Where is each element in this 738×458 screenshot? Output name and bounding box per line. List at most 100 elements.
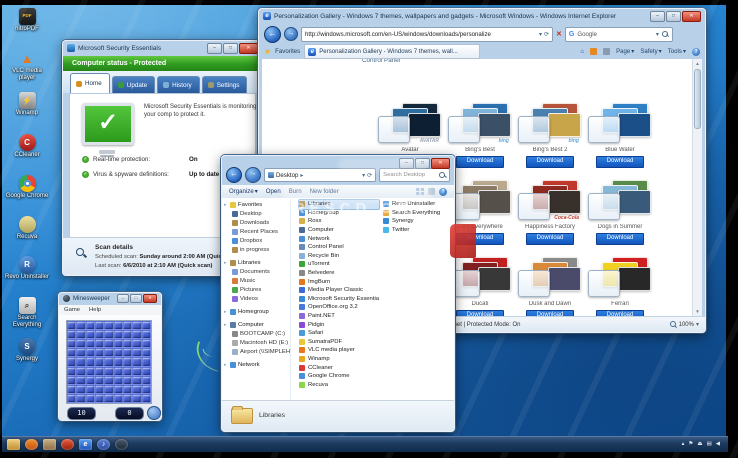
- eject-icon[interactable]: ⏏: [697, 442, 702, 448]
- back-button[interactable]: [226, 167, 242, 183]
- mine-cell[interactable]: [76, 330, 85, 339]
- file-item-microsoft-security-essentials[interactable]: Microsoft Security Essentials: [299, 295, 379, 304]
- game-menu[interactable]: Game: [64, 307, 80, 313]
- help-icon[interactable]: ?: [439, 188, 447, 196]
- address-dropdown-icon[interactable]: [362, 172, 365, 179]
- download-button[interactable]: Download: [526, 233, 574, 245]
- file-item-synergy[interactable]: Synergy: [383, 217, 454, 226]
- favorites-button[interactable]: Favorites: [275, 48, 300, 55]
- forward-button[interactable]: [284, 27, 298, 41]
- mine-cell[interactable]: [67, 321, 76, 330]
- nav-item-desktop[interactable]: Desktop: [222, 209, 290, 218]
- tab-personalization-gallery[interactable]: e Personalization Gallery - Windows 7 th…: [304, 44, 480, 59]
- taskbar-icon-library[interactable]: [43, 439, 56, 450]
- nav-item-dropbox[interactable]: Dropbox: [222, 236, 290, 245]
- desktop-icon-search-everything[interactable]: ⌕Search Everything: [4, 297, 50, 328]
- maximize-button[interactable]: [223, 43, 238, 54]
- nav-item-pictures[interactable]: Pictures: [222, 285, 290, 294]
- mine-cell[interactable]: [86, 321, 95, 330]
- mine-cell[interactable]: [114, 339, 123, 348]
- download-button[interactable]: Download: [456, 156, 504, 168]
- mine-cell[interactable]: [95, 330, 104, 339]
- mine-cell[interactable]: [86, 385, 95, 394]
- file-item-vlc-media-player[interactable]: VLC media player: [299, 346, 379, 355]
- network-icon[interactable]: ▤: [707, 442, 712, 448]
- file-item-computer[interactable]: Computer: [299, 226, 379, 235]
- mine-cell[interactable]: [142, 321, 151, 330]
- file-item-paint-net[interactable]: Paint.NET: [299, 312, 379, 321]
- zoom-control[interactable]: 100%: [670, 321, 699, 328]
- mine-cell[interactable]: [142, 385, 151, 394]
- safety-menu[interactable]: Safety: [640, 48, 661, 55]
- stop-icon[interactable]: ✕: [556, 30, 562, 38]
- mine-cell[interactable]: [76, 367, 85, 376]
- mine-cell[interactable]: [95, 394, 104, 403]
- scroll-down-icon[interactable]: ▼: [693, 307, 702, 316]
- mine-cell[interactable]: [123, 321, 132, 330]
- mine-cell[interactable]: [114, 376, 123, 385]
- file-item-safari[interactable]: Safari: [299, 329, 379, 338]
- mine-cell[interactable]: [123, 330, 132, 339]
- file-item-pidgin[interactable]: Pidgin: [299, 320, 379, 329]
- mine-cell[interactable]: [114, 321, 123, 330]
- mine-cell[interactable]: [86, 357, 95, 366]
- mine-cell[interactable]: [104, 348, 113, 357]
- mine-cell[interactable]: [142, 394, 151, 403]
- address-dropdown-icon[interactable]: [539, 31, 542, 38]
- maximize-button[interactable]: [415, 158, 430, 169]
- mine-cell[interactable]: [67, 376, 76, 385]
- mine-cell[interactable]: [132, 321, 141, 330]
- mine-cell[interactable]: [104, 339, 113, 348]
- mine-cell[interactable]: [86, 339, 95, 348]
- mine-cell[interactable]: [132, 357, 141, 366]
- back-button[interactable]: [264, 26, 281, 43]
- mine-cell[interactable]: [95, 367, 104, 376]
- file-item-homegroup[interactable]: Homegroup: [299, 209, 379, 218]
- maximize-button[interactable]: [666, 11, 681, 22]
- tab-update[interactable]: Update: [112, 76, 155, 93]
- file-item-imgburn[interactable]: ImgBurn: [299, 277, 379, 286]
- maximize-button[interactable]: [130, 294, 142, 303]
- help-icon[interactable]: ?: [692, 48, 700, 56]
- close-button[interactable]: [143, 294, 157, 303]
- mine-cell[interactable]: [132, 385, 141, 394]
- mine-cell[interactable]: [132, 367, 141, 376]
- expand-arrow-icon[interactable]: ▸: [224, 309, 228, 315]
- file-item-search-everything[interactable]: Search Everything: [383, 209, 454, 218]
- mine-cell[interactable]: [76, 385, 85, 394]
- file-item-ccleaner[interactable]: CCleaner: [299, 363, 379, 372]
- nav-item-favorites[interactable]: ▸Favorites: [222, 200, 290, 209]
- mine-cell[interactable]: [67, 348, 76, 357]
- breadcrumb[interactable]: Desktop: [264, 168, 376, 182]
- refresh-icon[interactable]: [367, 172, 372, 179]
- mine-cell[interactable]: [132, 376, 141, 385]
- minimize-button[interactable]: [399, 158, 414, 169]
- page-menu[interactable]: Page: [616, 48, 634, 55]
- mine-cell[interactable]: [114, 394, 123, 403]
- mine-cell[interactable]: [104, 330, 113, 339]
- file-item-openoffice-org-3-2[interactable]: OpenOffice.org 3.2: [299, 303, 379, 312]
- mine-cell[interactable]: [142, 348, 151, 357]
- mine-cell[interactable]: [104, 357, 113, 366]
- mine-cell[interactable]: [95, 339, 104, 348]
- scrollbar-thumb[interactable]: [694, 69, 701, 129]
- nav-item-macintosh-hd-e[interactable]: Macintosh HD (E:): [222, 338, 290, 347]
- search-icon[interactable]: [662, 31, 669, 38]
- mine-cell[interactable]: [123, 339, 132, 348]
- mine-cell[interactable]: [104, 394, 113, 403]
- minimize-button[interactable]: [117, 294, 129, 303]
- file-item-revo-uninstaller[interactable]: Revo Uninstaller: [383, 200, 454, 209]
- file-item-control-panel[interactable]: Control Panel: [299, 243, 379, 252]
- taskbar-icon-firefox[interactable]: [25, 439, 38, 450]
- mine-cell[interactable]: [76, 348, 85, 357]
- control-panel-link[interactable]: Control Panel: [362, 59, 400, 64]
- file-item-media-player-classic[interactable]: Media Player Classic: [299, 286, 379, 295]
- download-button[interactable]: Download: [596, 156, 644, 168]
- nav-item-recent-places[interactable]: Recent Places: [222, 227, 290, 236]
- nav-item-libraries[interactable]: ▸Libraries: [222, 258, 290, 267]
- mine-cell[interactable]: [123, 376, 132, 385]
- desktop-icon-winamp[interactable]: ⚡Winamp: [4, 92, 50, 117]
- mine-cell[interactable]: [86, 330, 95, 339]
- desktop-icon-ccleaner[interactable]: CCCleaner: [4, 134, 50, 159]
- desktop-icon-google-chrome[interactable]: Google Chrome: [4, 175, 50, 200]
